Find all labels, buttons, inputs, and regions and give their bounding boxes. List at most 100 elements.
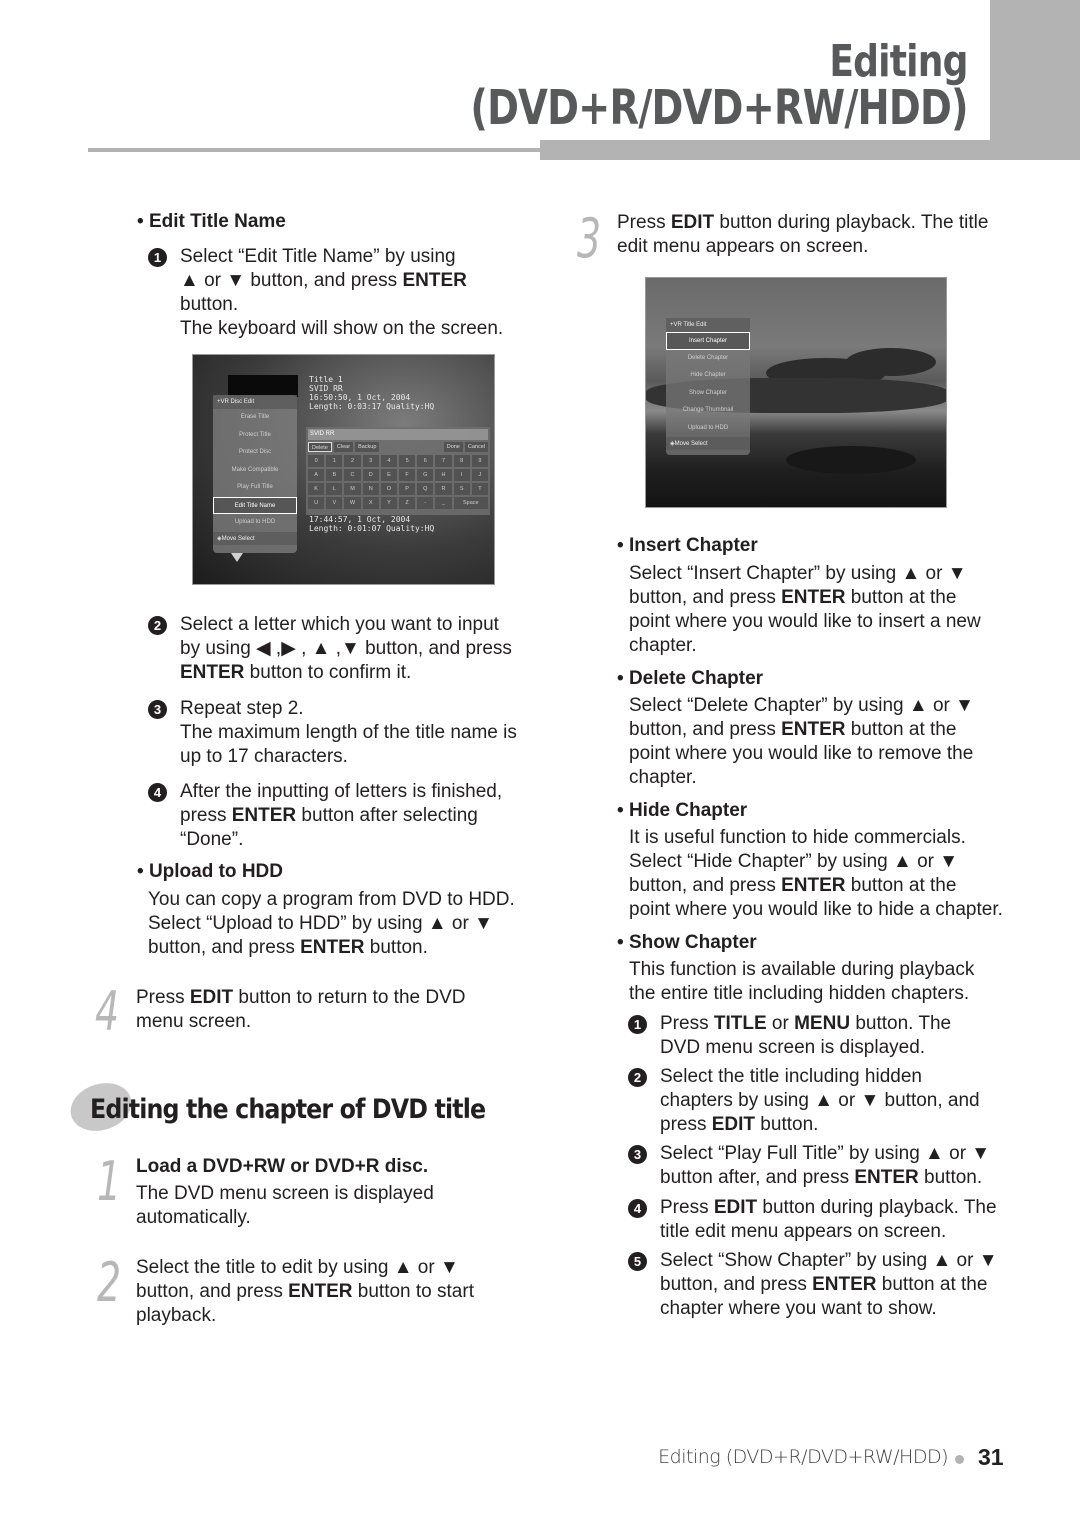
kb-key[interactable]: Y <box>380 497 397 509</box>
step-4-text: Press EDIT button to return to the DVD m… <box>136 987 466 1032</box>
menu-item[interactable]: Delete Chapter <box>666 350 750 368</box>
kb-key[interactable]: L <box>326 483 343 495</box>
kb-key[interactable]: X <box>362 497 379 509</box>
menu-footer: ◈Move Select <box>666 437 750 450</box>
kb-cancel-button[interactable]: Cancel <box>464 442 488 452</box>
edit-title-step-4: 4 After the inputting of letters is fini… <box>148 780 528 852</box>
kb-key[interactable]: - <box>417 497 434 509</box>
kb-key[interactable]: 4 <box>380 455 397 467</box>
step-text: button. <box>180 294 239 315</box>
edit-title-name-heading: Edit Title Name <box>137 210 286 234</box>
kb-key[interactable]: _ <box>435 497 452 509</box>
kb-backup-button[interactable]: Backup <box>355 442 380 452</box>
footer-bullet-icon <box>955 1455 964 1464</box>
kb-key[interactable]: 1 <box>326 455 343 467</box>
menu-item[interactable]: Show Chapter <box>666 385 750 403</box>
step-number-3: 3 <box>628 1145 647 1164</box>
title-info-top: Title 1 SVID RR 16:50:50, 1 Oct, 2004 Le… <box>309 375 435 411</box>
delete-chapter-text: Select “Delete Chapter” by using ▲ or ▼ … <box>629 695 974 788</box>
menu-item-selected[interactable]: Insert Chapter <box>666 332 750 350</box>
menu-item[interactable]: Change Thumbnail <box>666 402 750 420</box>
menu-item[interactable]: Hide Chapter <box>666 367 750 385</box>
kb-delete-button[interactable]: Delete <box>308 442 332 452</box>
kb-key[interactable]: 2 <box>344 455 361 467</box>
footer-label: Editing (DVD+R/DVD+RW/HDD) <box>658 1446 948 1468</box>
step-text: Select “Edit Title Name” by using <box>180 246 456 267</box>
kb-key[interactable]: 3 <box>362 455 379 467</box>
kb-key[interactable]: W <box>344 497 361 509</box>
menu-item[interactable]: Make Compatible <box>213 462 297 480</box>
kb-key[interactable]: P <box>399 483 416 495</box>
step-number-1: 1 <box>628 1015 647 1034</box>
kb-key[interactable]: I <box>453 469 470 481</box>
step-number-5: 5 <box>628 1252 647 1271</box>
menu-item[interactable]: Upload to HDD <box>666 420 750 438</box>
screenshot-disc-edit-keyboard: Title 1 SVID RR 16:50:50, 1 Oct, 2004 Le… <box>192 354 495 585</box>
kb-key[interactable]: 5 <box>399 455 416 467</box>
step-text: by using ◀ ,▶ , ▲ ,▼ button, and press <box>180 638 512 659</box>
kb-key[interactable]: A <box>308 469 325 481</box>
show-chapter-step-3: 3 Select “Play Full Title” by using ▲ or… <box>628 1142 1028 1190</box>
kb-key[interactable]: F <box>399 469 416 481</box>
kb-key[interactable]: B <box>326 469 343 481</box>
upload-to-hdd-text: You can copy a program from DVD to HDD. … <box>148 889 515 958</box>
step-big-number-2: 2 <box>97 1251 122 1314</box>
section-title: Editing the chapter of DVD title <box>90 1094 486 1125</box>
page-number: 31 <box>978 1444 1004 1470</box>
kb-key[interactable]: V <box>326 497 343 509</box>
scroll-down-arrow-icon <box>231 553 243 562</box>
kb-key[interactable]: N <box>362 483 379 495</box>
disc-edit-menu: +VR Disc Edit Erase Title Protect Title … <box>213 395 297 553</box>
kb-key[interactable]: U <box>308 497 325 509</box>
menu-item[interactable]: Protect Disc <box>213 444 297 462</box>
show-chapter-heading: Show Chapter <box>617 931 757 955</box>
kb-key[interactable]: S <box>453 483 470 495</box>
show-chapter-step-4: 4 Press EDIT button during playback. The… <box>628 1196 1028 1244</box>
kb-key[interactable]: G <box>417 469 434 481</box>
cloud <box>846 348 936 376</box>
kb-key[interactable]: Z <box>399 497 416 509</box>
kb-key[interactable]: Q <box>417 483 434 495</box>
kb-key[interactable]: 8 <box>453 455 470 467</box>
edit-title-step-1: 1 Select “Edit Title Name” by using ▲ or… <box>148 245 528 341</box>
menu-item[interactable]: Erase Title <box>213 409 297 427</box>
kb-key[interactable]: H <box>435 469 452 481</box>
menu-item[interactable]: Upload to HDD <box>213 514 297 532</box>
kb-done-button[interactable]: Done <box>443 442 463 452</box>
menu-item-selected[interactable]: Edit Title Name <box>213 496 297 514</box>
kb-key[interactable]: D <box>362 469 379 481</box>
kb-key[interactable]: M <box>344 483 361 495</box>
edit-title-step-3: 3 Repeat step 2. The maximum length of t… <box>148 697 528 769</box>
title-name-field[interactable]: SVID RR <box>308 429 488 440</box>
kb-key[interactable]: K <box>308 483 325 495</box>
step-text: The maximum length of the title name is <box>180 722 517 743</box>
thumbnail-preview <box>228 375 298 397</box>
menu-item[interactable]: Play Full Title <box>213 479 297 497</box>
step-number-2: 2 <box>628 1068 647 1087</box>
edit-title-step-2: 2 Select a letter which you want to inpu… <box>148 613 528 685</box>
step-text: After the inputting of letters is finish… <box>180 781 503 802</box>
kb-key[interactable]: C <box>344 469 361 481</box>
kb-key[interactable]: J <box>471 469 488 481</box>
kb-key[interactable]: 6 <box>417 455 434 467</box>
kb-clear-button[interactable]: Clear <box>333 442 354 452</box>
kb-key[interactable]: 9 <box>471 455 488 467</box>
menu-item[interactable]: Protect Title <box>213 427 297 445</box>
kb-key[interactable]: O <box>380 483 397 495</box>
step-text: press ENTER button after selecting <box>180 805 478 826</box>
insert-chapter-heading: Insert Chapter <box>617 534 758 558</box>
kb-key-grid: 0 1 2 3 4 5 6 7 8 9 A B C D E F G H I J K L M N O P Q R S T U V W X Y Z - _ Sp… <box>308 455 488 509</box>
show-chapter-step-5: 5 Select “Show Chapter” by using ▲ or ▼ … <box>628 1249 1028 1321</box>
screenshot-title-edit-menu: +VR Title Edit Insert Chapter Delete Cha… <box>645 277 947 508</box>
island <box>786 446 916 474</box>
kb-key[interactable]: 7 <box>435 455 452 467</box>
kb-key[interactable]: Space <box>453 497 488 509</box>
kb-key[interactable]: T <box>471 483 488 495</box>
kb-key[interactable]: R <box>435 483 452 495</box>
step-number-4: 4 <box>628 1199 647 1218</box>
kb-key[interactable]: E <box>380 469 397 481</box>
kb-key[interactable]: 0 <box>308 455 325 467</box>
step-number-2: 2 <box>148 616 167 635</box>
show-chapter-text: This function is available during playba… <box>629 959 975 1004</box>
hide-chapter-heading: Hide Chapter <box>617 799 747 823</box>
